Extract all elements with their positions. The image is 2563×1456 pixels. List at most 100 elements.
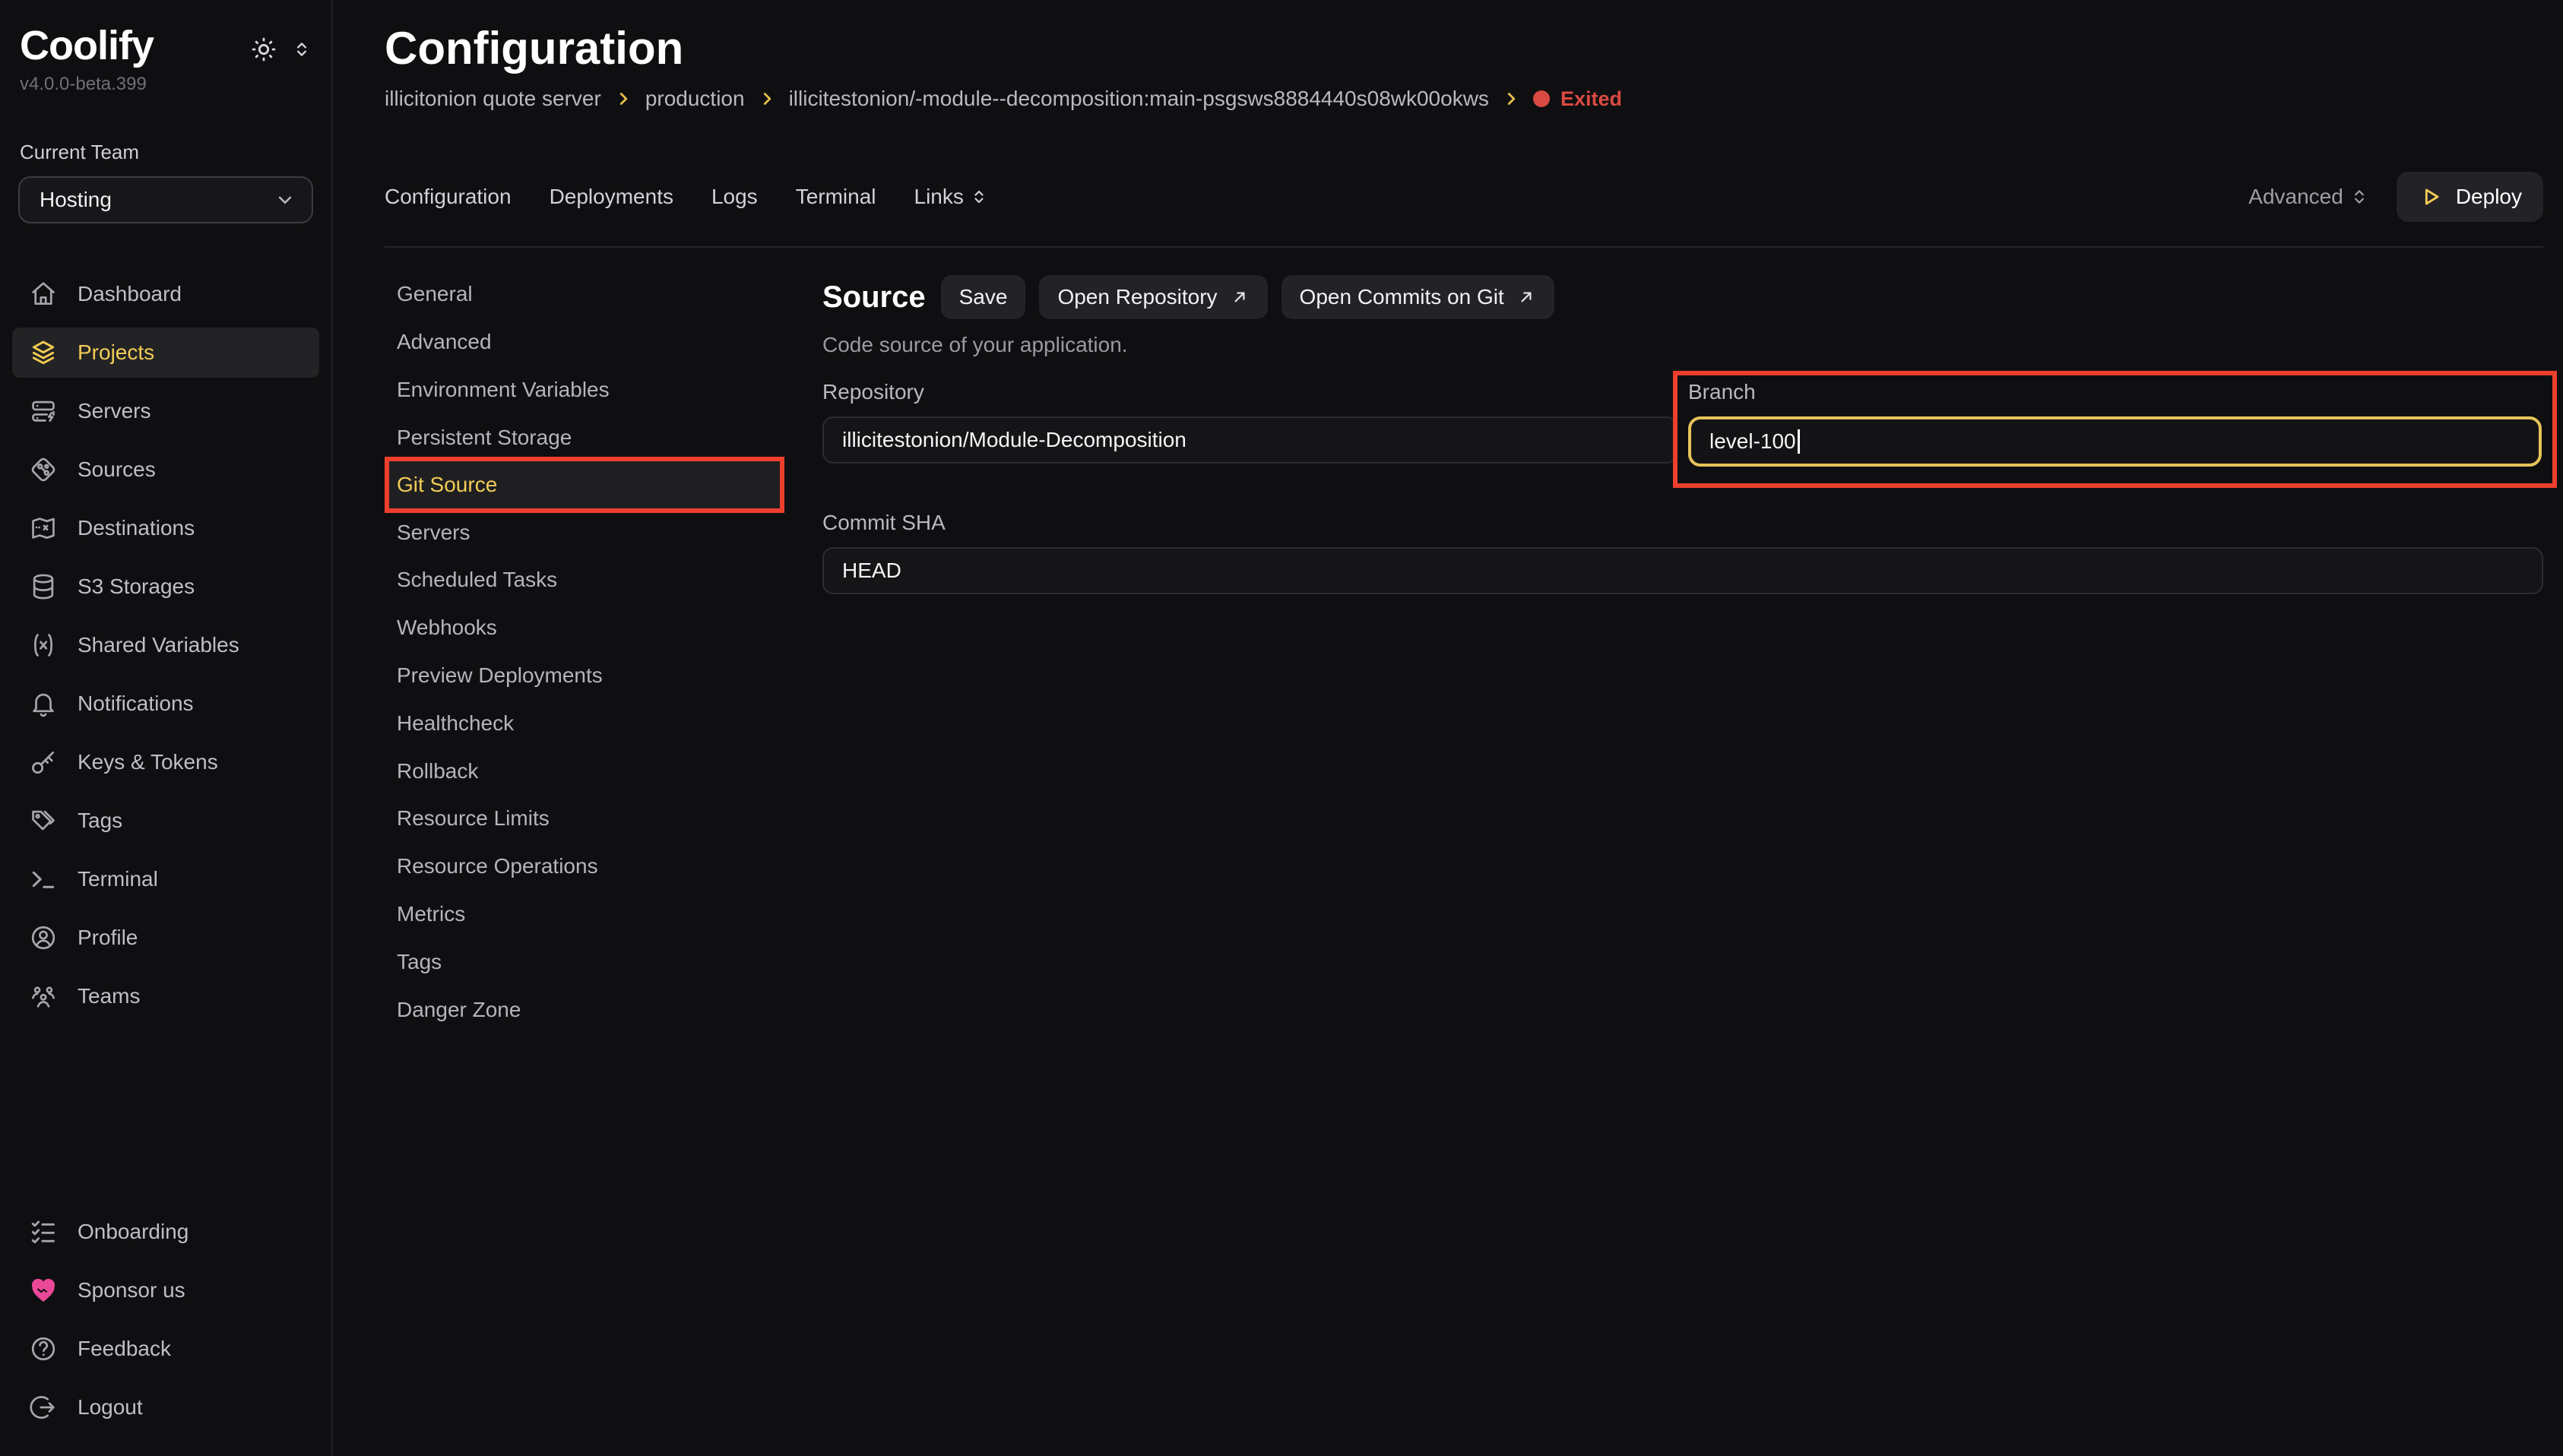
- tab-configuration[interactable]: Configuration: [385, 185, 512, 209]
- subnav-item-resource-operations[interactable]: Resource Operations: [385, 843, 784, 891]
- sidebar-item-destinations[interactable]: Destinations: [12, 503, 319, 553]
- breadcrumb-project[interactable]: illicitonion quote server: [385, 87, 601, 111]
- sidebar-item-onboarding[interactable]: Onboarding: [12, 1207, 319, 1257]
- user-circle-icon: [29, 923, 58, 952]
- repository-input[interactable]: illicitestonion/Module-Decomposition: [822, 416, 1678, 464]
- commit-sha-field-group: Commit SHA HEAD: [822, 511, 2543, 594]
- deploy-button[interactable]: Deploy: [2397, 172, 2543, 222]
- sidebar-item-s3-storages[interactable]: S3 Storages: [12, 562, 319, 612]
- sidebar-item-label: Tags: [78, 809, 122, 833]
- status-text: Exited: [1560, 87, 1622, 111]
- tabs: Configuration Deployments Logs Terminal …: [385, 185, 988, 209]
- key-icon: [29, 748, 58, 777]
- chevrons-up-down-icon[interactable]: [292, 40, 312, 59]
- deploy-label: Deploy: [2456, 185, 2522, 209]
- sidebar-item-notifications[interactable]: Notifications: [12, 679, 319, 729]
- branch-field-group: Branch level-100: [1688, 380, 2542, 467]
- sidebar-item-tags[interactable]: Tags: [12, 796, 319, 846]
- subnav-item-preview-deployments[interactable]: Preview Deployments: [385, 652, 784, 700]
- tab-deployments[interactable]: Deployments: [550, 185, 673, 209]
- chevron-right-icon: [1501, 89, 1521, 109]
- subnav-item-metrics[interactable]: Metrics: [385, 891, 784, 938]
- text-cursor: [1798, 429, 1800, 454]
- repository-field-group: Repository illicitestonion/Module-Decomp…: [822, 380, 1678, 464]
- subnav-item-resource-limits[interactable]: Resource Limits: [385, 795, 784, 843]
- sidebar: Coolify v4.0.0-beta.399 Current Team Hos…: [0, 0, 333, 1456]
- sidebar-item-servers[interactable]: Servers: [12, 386, 319, 436]
- current-team-label: Current Team: [20, 141, 312, 164]
- sidebar-item-teams[interactable]: Teams: [12, 971, 319, 1021]
- source-section-head: Source Save Open Repository Open Commits…: [822, 275, 2543, 319]
- checklist-icon: [29, 1217, 58, 1246]
- status-dot-icon: [1533, 90, 1550, 107]
- subnav-item-tags[interactable]: Tags: [385, 938, 784, 986]
- subnav-item-git-source-annotation: Git Source: [385, 457, 784, 513]
- subnav-item-advanced[interactable]: Advanced: [385, 318, 784, 366]
- commit-sha-value: HEAD: [842, 559, 901, 583]
- sidebar-item-sponsor-us[interactable]: Sponsor us: [12, 1265, 319, 1315]
- save-button[interactable]: Save: [941, 275, 1026, 319]
- subnav-item-git-source[interactable]: Git Source: [389, 461, 780, 508]
- tab-logs[interactable]: Logs: [711, 185, 758, 209]
- terminal-icon: [29, 865, 58, 894]
- source-description: Code source of your application.: [822, 333, 2543, 357]
- heart-icon: [29, 1276, 58, 1305]
- subnav-item-persistent-storage[interactable]: Persistent Storage: [385, 413, 784, 461]
- sidebar-item-keys-tokens[interactable]: Keys & Tokens: [12, 737, 319, 787]
- branch-input[interactable]: level-100: [1688, 416, 2542, 467]
- breadcrumb-environment[interactable]: production: [645, 87, 745, 111]
- subnav-item-healthcheck[interactable]: Healthcheck: [385, 699, 784, 747]
- theme-toggle-sun-icon[interactable]: [249, 35, 278, 64]
- server-icon: [29, 397, 58, 426]
- external-link-icon: [1230, 287, 1250, 307]
- open-repository-button[interactable]: Open Repository: [1039, 275, 1267, 319]
- commit-sha-input[interactable]: HEAD: [822, 547, 2543, 594]
- save-label: Save: [959, 285, 1008, 309]
- open-commits-button[interactable]: Open Commits on Git: [1282, 275, 1554, 319]
- sidebar-item-label: Projects: [78, 340, 154, 365]
- subnav-item-danger-zone[interactable]: Danger Zone: [385, 986, 784, 1033]
- chevrons-up-down-icon: [2349, 187, 2369, 207]
- sidebar-item-label: S3 Storages: [78, 574, 195, 599]
- map-icon: [29, 514, 58, 543]
- sidebar-item-feedback[interactable]: Feedback: [12, 1324, 319, 1374]
- sidebar-item-label: Feedback: [78, 1337, 171, 1361]
- commit-sha-label: Commit SHA: [822, 511, 2543, 535]
- home-icon: [29, 280, 58, 309]
- sidebar-item-logout[interactable]: Logout: [12, 1382, 319, 1432]
- sidebar-item-label: Dashboard: [78, 282, 182, 306]
- subnav-item-scheduled-tasks[interactable]: Scheduled Tasks: [385, 556, 784, 604]
- subnav-item-servers[interactable]: Servers: [385, 508, 784, 556]
- external-link-icon: [1516, 287, 1536, 307]
- subnav-item-webhooks[interactable]: Webhooks: [385, 604, 784, 652]
- breadcrumb-application[interactable]: illicitestonion/-module--decomposition:m…: [789, 87, 1489, 111]
- advanced-selector[interactable]: Advanced: [2248, 185, 2369, 209]
- subnav-item-general[interactable]: General: [385, 271, 784, 318]
- sidebar-item-shared-variables[interactable]: Shared Variables: [12, 620, 319, 670]
- variable-icon: [29, 631, 58, 660]
- tag-icon: [29, 806, 58, 835]
- brand-title: Coolify: [20, 24, 154, 68]
- sidebar-item-projects[interactable]: Projects: [12, 328, 319, 378]
- sidebar-item-sources[interactable]: Sources: [12, 445, 319, 495]
- team-select[interactable]: Hosting: [18, 176, 313, 223]
- page-title: Configuration: [385, 21, 2543, 76]
- git-source-icon: [29, 455, 58, 484]
- tab-terminal[interactable]: Terminal: [796, 185, 876, 209]
- sidebar-item-label: Profile: [78, 926, 138, 950]
- sidebar-item-dashboard[interactable]: Dashboard: [12, 269, 319, 319]
- sidebar-item-profile[interactable]: Profile: [12, 913, 319, 963]
- source-title: Source: [822, 280, 926, 315]
- help-circle-icon: [29, 1334, 58, 1363]
- sidebar-item-label: Terminal: [78, 867, 158, 891]
- sidebar-item-label: Shared Variables: [78, 633, 239, 657]
- branch-annotation-box: Branch level-100: [1673, 371, 2557, 488]
- subnav-item-environment-variables[interactable]: Environment Variables: [385, 366, 784, 414]
- sidebar-item-label: Sources: [78, 457, 156, 482]
- tabs-actions: Advanced Deploy: [2248, 172, 2543, 222]
- sidebar-item-terminal[interactable]: Terminal: [12, 854, 319, 904]
- open-commits-label: Open Commits on Git: [1300, 285, 1504, 309]
- users-icon: [29, 982, 58, 1011]
- subnav-item-rollback[interactable]: Rollback: [385, 747, 784, 795]
- tab-links[interactable]: Links: [914, 185, 988, 209]
